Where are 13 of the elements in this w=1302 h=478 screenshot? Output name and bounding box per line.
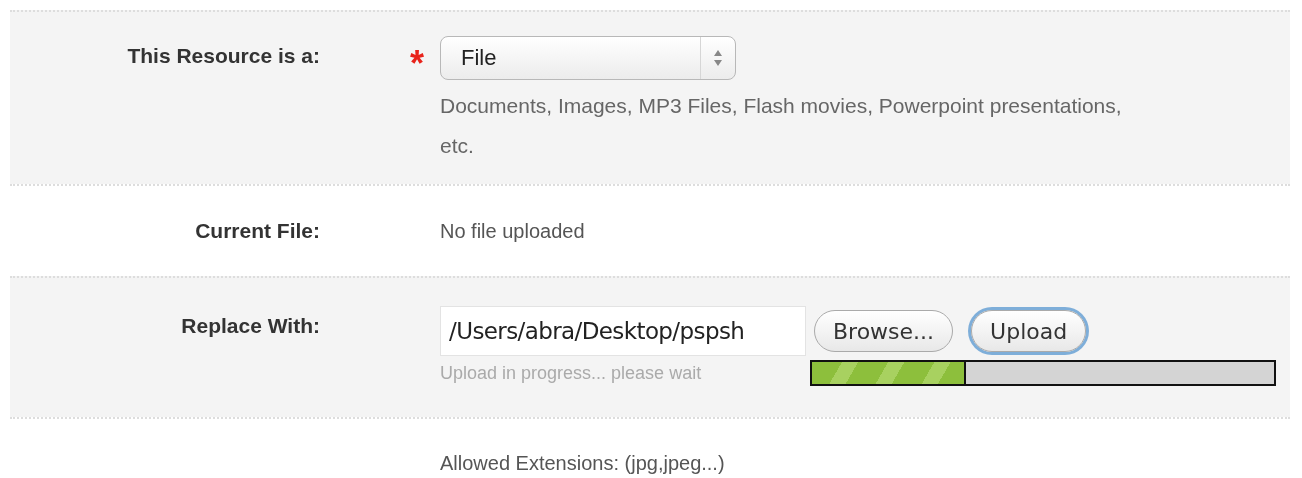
file-path-field[interactable]: /Users/abra/Desktop/pspsh [440, 306, 806, 356]
type-select[interactable]: File [440, 36, 736, 80]
upload-status: Upload in progress... please wait [440, 362, 703, 384]
allowed-extensions: Allowed Extensions: (jpg,jpeg...) [440, 452, 726, 475]
field-label: This Resource is a: [127, 44, 320, 68]
required-mark: * [410, 46, 424, 82]
browse-button[interactable]: Browse... [814, 310, 954, 352]
file-status: No file uploaded [440, 219, 586, 243]
field-label: Replace With: [181, 314, 320, 338]
hint-text: Documents, Images, MP3 Files, Flash movies, Powerpoint presentations, etc. [440, 93, 1123, 159]
upload-button[interactable]: Upload [971, 310, 1087, 352]
field-label: Current File: [195, 219, 320, 243]
stepper-icon [713, 48, 723, 68]
